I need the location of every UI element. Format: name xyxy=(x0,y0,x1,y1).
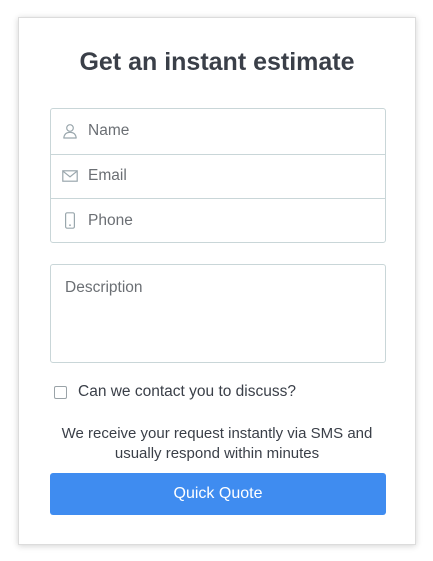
contact-consent[interactable]: Can we contact you to discuss? xyxy=(54,383,296,401)
email-input[interactable] xyxy=(88,154,368,199)
description-textarea[interactable] xyxy=(50,264,386,363)
user-icon xyxy=(52,109,88,154)
consent-checkbox[interactable] xyxy=(54,385,67,399)
contact-fields-group xyxy=(50,108,386,243)
name-input[interactable] xyxy=(88,109,368,154)
phone-icon xyxy=(52,199,88,243)
envelope-icon xyxy=(52,155,88,199)
name-field-row xyxy=(51,109,385,154)
phone-field-row xyxy=(51,198,385,243)
quick-quote-button[interactable]: Quick Quote xyxy=(50,473,386,515)
response-note: We receive your request instantly via SM… xyxy=(61,425,373,462)
form-title: Get an instant estimate xyxy=(79,48,355,76)
phone-input[interactable] xyxy=(88,199,368,243)
estimate-form-card: Get an instant estimate Name Email Phone… xyxy=(18,17,416,545)
email-field-row xyxy=(51,153,385,199)
consent-label: Can we contact you to discuss? xyxy=(78,383,296,400)
